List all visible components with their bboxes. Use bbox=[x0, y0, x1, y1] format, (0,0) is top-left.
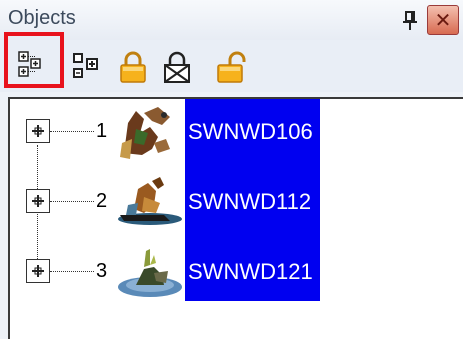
tree-item[interactable]: 3 SWNWD121 bbox=[10, 239, 463, 309]
expand-node-icon[interactable] bbox=[26, 189, 50, 213]
objects-panel: Objects ✕ 1 SWNWD106 2 SWNWD112 3 SWNWD1… bbox=[0, 0, 463, 339]
tree-connector bbox=[50, 201, 94, 202]
unlock-icon[interactable] bbox=[216, 50, 248, 89]
expand-node-icon[interactable] bbox=[26, 259, 50, 283]
plant-island-thumbnail-icon bbox=[114, 243, 184, 303]
panel-title-bar[interactable]: Objects ✕ bbox=[0, 0, 463, 40]
tree-item[interactable]: 2 SWNWD112 bbox=[10, 169, 463, 239]
bird-thumbnail-icon bbox=[114, 103, 184, 163]
close-button[interactable]: ✕ bbox=[427, 5, 459, 35]
collapse-tree-icon[interactable] bbox=[72, 52, 102, 85]
expand-node-icon[interactable] bbox=[26, 119, 50, 143]
close-icon: ✕ bbox=[434, 10, 452, 32]
panel-title: Objects bbox=[8, 7, 76, 29]
tree-connector bbox=[50, 271, 94, 272]
tree-connector bbox=[50, 131, 94, 132]
item-label: SWNWD121 bbox=[188, 259, 313, 284]
item-label: SWNWD106 bbox=[188, 119, 313, 144]
object-tree[interactable]: 1 SWNWD106 2 SWNWD112 3 SWNWD121 bbox=[8, 97, 463, 339]
bird-on-water-thumbnail-icon bbox=[114, 175, 184, 235]
expand-tree-icon[interactable] bbox=[18, 50, 50, 85]
item-label: SWNWD112 bbox=[188, 189, 312, 214]
item-number: 2 bbox=[96, 190, 108, 212]
lock-crossed-icon[interactable] bbox=[162, 50, 192, 89]
pin-icon[interactable] bbox=[400, 10, 420, 32]
lock-icon[interactable] bbox=[118, 50, 148, 89]
tree-item[interactable]: 1 SWNWD106 bbox=[10, 99, 463, 169]
item-number: 3 bbox=[96, 260, 108, 282]
item-number: 1 bbox=[96, 120, 108, 142]
